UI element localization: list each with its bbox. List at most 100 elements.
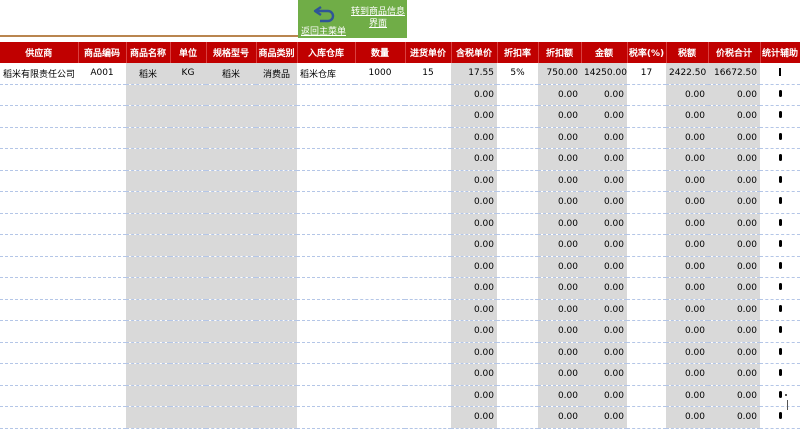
- table-cell[interactable]: 0.00: [708, 363, 760, 386]
- table-cell[interactable]: [0, 213, 78, 235]
- table-cell[interactable]: [126, 385, 170, 407]
- table-cell[interactable]: [256, 84, 297, 106]
- table-cell[interactable]: 0.00: [666, 256, 708, 278]
- table-cell[interactable]: 稻米有限责任公司: [0, 63, 78, 85]
- table-cell[interactable]: [627, 385, 666, 407]
- table-cell[interactable]: [405, 234, 451, 257]
- table-cell[interactable]: [170, 363, 206, 386]
- table-cell[interactable]: 0.00: [708, 234, 760, 257]
- table-cell[interactable]: [355, 342, 405, 364]
- table-cell[interactable]: 5%: [497, 63, 538, 85]
- table-cell[interactable]: [206, 148, 256, 171]
- table-cell[interactable]: 0.00: [581, 299, 627, 321]
- table-cell[interactable]: [0, 299, 78, 321]
- back-to-menu-link[interactable]: 返回主菜单: [301, 24, 346, 37]
- table-cell[interactable]: 稻米: [126, 63, 170, 85]
- table-cell[interactable]: [206, 191, 256, 214]
- table-cell[interactable]: [355, 170, 405, 192]
- table-cell[interactable]: [256, 385, 297, 407]
- table-cell[interactable]: [760, 170, 800, 192]
- table-cell[interactable]: 0.00: [451, 234, 497, 257]
- table-cell[interactable]: 17.55: [451, 63, 497, 85]
- table-cell[interactable]: [760, 127, 800, 149]
- table-cell[interactable]: 0.00: [538, 406, 581, 429]
- table-cell[interactable]: [297, 127, 355, 149]
- table-cell[interactable]: [297, 105, 355, 128]
- table-cell[interactable]: [405, 385, 451, 407]
- table-cell[interactable]: 0.00: [666, 363, 708, 386]
- goto-product-info-link[interactable]: 转到商品信息界面: [350, 6, 406, 30]
- table-cell[interactable]: [0, 363, 78, 386]
- table-cell[interactable]: [126, 320, 170, 343]
- table-cell[interactable]: 0.00: [451, 277, 497, 300]
- table-cell[interactable]: [760, 105, 800, 128]
- table-cell[interactable]: [355, 320, 405, 343]
- table-cell[interactable]: [627, 191, 666, 214]
- table-cell[interactable]: [760, 148, 800, 171]
- table-cell[interactable]: [126, 299, 170, 321]
- table-cell[interactable]: [497, 170, 538, 192]
- table-cell[interactable]: 0.00: [708, 320, 760, 343]
- table-cell[interactable]: [256, 191, 297, 214]
- table-cell[interactable]: [760, 213, 800, 235]
- table-cell[interactable]: [206, 406, 256, 429]
- table-cell[interactable]: [760, 84, 800, 106]
- table-cell[interactable]: [405, 342, 451, 364]
- table-cell[interactable]: [206, 277, 256, 300]
- table-cell[interactable]: [497, 148, 538, 171]
- table-cell[interactable]: [170, 105, 206, 128]
- table-cell[interactable]: [0, 148, 78, 171]
- table-cell[interactable]: [627, 234, 666, 257]
- table-cell[interactable]: [256, 406, 297, 429]
- table-cell[interactable]: [78, 277, 126, 300]
- table-cell[interactable]: [256, 105, 297, 128]
- table-cell[interactable]: 0.00: [581, 363, 627, 386]
- table-cell[interactable]: [170, 256, 206, 278]
- table-cell[interactable]: [405, 320, 451, 343]
- table-cell[interactable]: [126, 234, 170, 257]
- table-cell[interactable]: 0.00: [666, 191, 708, 214]
- table-cell[interactable]: 0.00: [451, 406, 497, 429]
- table-cell[interactable]: 0.00: [708, 213, 760, 235]
- table-cell[interactable]: [126, 363, 170, 386]
- table-cell[interactable]: [760, 234, 800, 257]
- table-cell[interactable]: [206, 256, 256, 278]
- table-cell[interactable]: [256, 127, 297, 149]
- table-cell[interactable]: [78, 84, 126, 106]
- table-cell[interactable]: [170, 234, 206, 257]
- table-cell[interactable]: [126, 342, 170, 364]
- table-cell[interactable]: [78, 385, 126, 407]
- table-cell[interactable]: [206, 213, 256, 235]
- table-cell[interactable]: [78, 406, 126, 429]
- table-cell[interactable]: [256, 342, 297, 364]
- table-cell[interactable]: [627, 363, 666, 386]
- table-cell[interactable]: [78, 170, 126, 192]
- table-cell[interactable]: [297, 406, 355, 429]
- table-cell[interactable]: [627, 342, 666, 364]
- table-cell[interactable]: [78, 363, 126, 386]
- table-cell[interactable]: 0.00: [581, 385, 627, 407]
- table-cell[interactable]: 0.00: [581, 84, 627, 106]
- table-cell[interactable]: [256, 299, 297, 321]
- table-cell[interactable]: [170, 299, 206, 321]
- table-cell[interactable]: [170, 84, 206, 106]
- table-cell[interactable]: 0.00: [708, 191, 760, 214]
- table-cell[interactable]: [627, 299, 666, 321]
- table-cell[interactable]: 0.00: [538, 342, 581, 364]
- table-cell[interactable]: [78, 256, 126, 278]
- table-cell[interactable]: [405, 84, 451, 106]
- table-cell[interactable]: 0.00: [451, 191, 497, 214]
- table-cell[interactable]: 0.00: [708, 385, 760, 407]
- table-cell[interactable]: [206, 363, 256, 386]
- table-cell[interactable]: [126, 213, 170, 235]
- table-cell[interactable]: [0, 105, 78, 128]
- table-cell[interactable]: [78, 320, 126, 343]
- table-cell[interactable]: [627, 406, 666, 429]
- table-cell[interactable]: [206, 342, 256, 364]
- table-cell[interactable]: [405, 299, 451, 321]
- table-cell[interactable]: [0, 342, 78, 364]
- table-cell[interactable]: 16672.50: [708, 63, 760, 85]
- table-cell[interactable]: KG: [170, 63, 206, 85]
- table-cell[interactable]: 750.00: [538, 63, 581, 85]
- table-cell[interactable]: [126, 191, 170, 214]
